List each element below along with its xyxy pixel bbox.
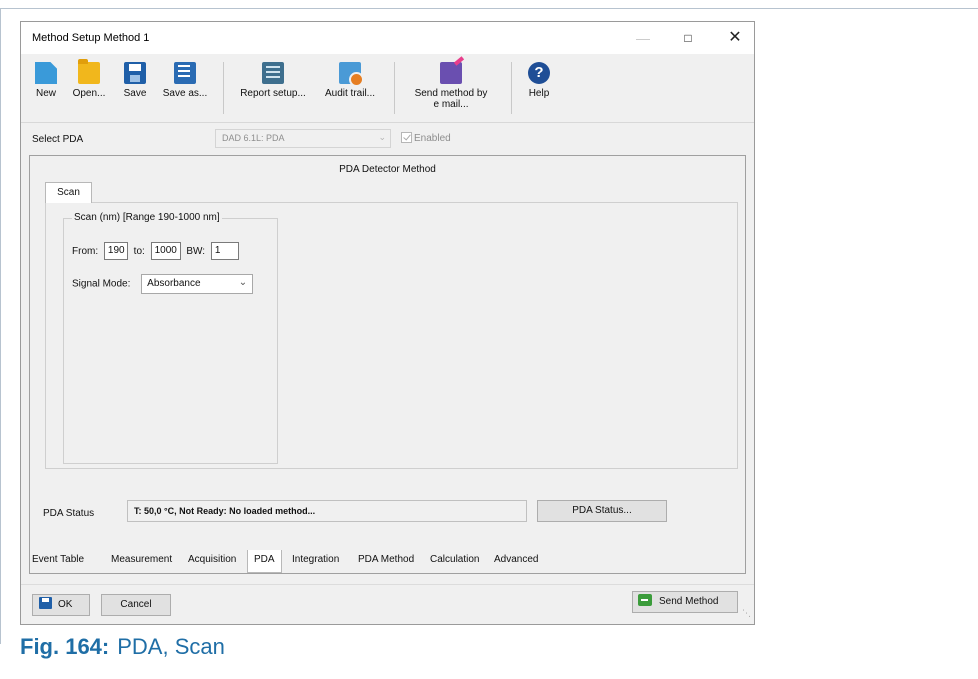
send-method-label-line1: Send method by — [414, 88, 488, 99]
scan-range-row: From: 190 to: 1000 BW: 1 — [72, 242, 239, 260]
from-input[interactable]: 190 — [103, 242, 128, 260]
toolbar-separator — [223, 62, 224, 114]
method-setup-window: Method Setup Method 1 — □ ✕ New Open... … — [20, 21, 755, 625]
bw-label: BW: — [186, 245, 206, 257]
select-pda-row: Select PDA DAD 6.1L: PDA ⌄ Enabled — [21, 123, 754, 153]
tab-pda[interactable]: PDA — [247, 550, 282, 573]
close-button[interactable]: ✕ — [713, 26, 757, 50]
report-setup-label: Report setup... — [240, 88, 306, 99]
open-label: Open... — [72, 88, 106, 99]
tab-pda-method[interactable]: PDA Method — [358, 554, 414, 565]
scan-tab-content: Scan (nm) [Range 190-1000 nm] From: 190 … — [45, 202, 738, 469]
select-pda-label: Select PDA — [32, 134, 84, 145]
pda-status-label: PDA Status — [43, 508, 95, 519]
pda-status-button[interactable]: PDA Status... — [537, 500, 667, 522]
save-as-button[interactable]: Save as... — [158, 56, 212, 120]
floppy-disk-icon — [124, 62, 146, 84]
tab-scan[interactable]: Scan — [45, 182, 92, 203]
scan-range-group: Scan (nm) [Range 190-1000 nm] From: 190 … — [63, 212, 278, 464]
pda-detector-method-panel: PDA Detector Method Scan Scan (nm) [Rang… — [29, 155, 746, 574]
floppy-disk-icon — [39, 597, 52, 609]
resize-grip-icon[interactable]: ⋱ — [742, 608, 752, 618]
signal-mode-label: Signal Mode: — [72, 278, 131, 290]
enabled-label: Enabled — [414, 133, 451, 144]
from-label: From: — [72, 245, 99, 257]
select-pda-value: DAD 6.1L: PDA — [222, 133, 285, 143]
to-input[interactable]: 1000 — [150, 242, 181, 260]
toolbar-separator — [394, 62, 395, 114]
tab-integration[interactable]: Integration — [292, 554, 339, 565]
send-method-label-line2: e mail... — [433, 99, 469, 110]
audit-trail-icon — [339, 62, 364, 87]
open-button[interactable]: Open... — [67, 56, 111, 120]
bw-input[interactable]: 1 — [210, 242, 239, 260]
save-label: Save — [123, 88, 147, 99]
to-label: to: — [133, 245, 145, 257]
chevron-down-icon: ⌄ — [238, 277, 248, 288]
window-title: Method Setup Method 1 — [32, 32, 150, 44]
help-label: Help — [528, 88, 550, 99]
help-icon: ? — [528, 62, 550, 84]
maximize-button[interactable]: □ — [666, 26, 710, 50]
send-method-by-email-button[interactable]: Send method by e mail... — [401, 56, 501, 120]
signal-mode-row: Signal Mode: Absorbance ⌄ — [72, 274, 254, 294]
help-button[interactable]: ? Help — [521, 56, 557, 120]
tab-acquisition[interactable]: Acquisition — [188, 554, 236, 565]
signal-mode-value: Absorbance — [147, 278, 201, 289]
report-setup-button[interactable]: Report setup... — [235, 56, 311, 120]
new-button[interactable]: New — [29, 56, 63, 120]
pda-status-row: PDA Status T: 50,0 °C, Not Ready: No loa… — [30, 496, 745, 526]
select-pda-dropdown[interactable]: DAD 6.1L: PDA ⌄ — [215, 129, 391, 148]
pda-status-text: T: 50,0 °C, Not Ready: No loaded method.… — [127, 500, 527, 522]
toolbar-separator — [511, 62, 512, 114]
ok-button[interactable]: OK — [32, 594, 90, 616]
send-method-button[interactable]: Send Method — [632, 591, 738, 613]
cancel-button[interactable]: Cancel — [101, 594, 171, 616]
folder-icon — [78, 59, 100, 84]
figure-frame-left — [0, 8, 1, 644]
audit-trail-label: Audit trail... — [324, 88, 376, 99]
figure-caption-text: PDA, Scan — [117, 634, 225, 659]
enabled-checkbox[interactable]: Enabled — [401, 132, 451, 144]
new-label: New — [35, 88, 56, 99]
save-as-icon — [174, 62, 196, 84]
checkbox-icon — [401, 132, 412, 143]
figure-number: Fig. 164: — [20, 634, 110, 659]
tab-calculation[interactable]: Calculation — [430, 554, 479, 565]
panel-title: PDA Detector Method — [339, 164, 436, 175]
new-file-icon — [35, 62, 57, 84]
figure-frame-top — [0, 8, 978, 9]
send-arrow-icon — [638, 594, 652, 606]
save-button[interactable]: Save — [116, 56, 154, 120]
toolbar: New Open... Save Save as... Report setup… — [21, 54, 754, 123]
signal-mode-dropdown[interactable]: Absorbance ⌄ — [141, 274, 254, 294]
figure-caption: Fig. 164: PDA, Scan — [20, 634, 225, 660]
email-edit-icon — [440, 62, 462, 84]
tab-advanced[interactable]: Advanced — [494, 554, 538, 565]
send-method-label: Send Method — [659, 596, 719, 607]
save-as-label: Save as... — [162, 88, 208, 99]
report-icon — [262, 62, 284, 84]
scan-group-title: Scan (nm) [Range 190-1000 nm] — [72, 212, 222, 223]
ok-label: OK — [58, 599, 73, 610]
footer-bar: OK Cancel Send Method ⋱ — [21, 584, 754, 620]
minimize-button[interactable]: — — [621, 26, 665, 50]
title-bar: Method Setup Method 1 — □ ✕ — [21, 22, 754, 54]
bottom-tab-bar: Event Table Measurement Acquisition PDA … — [21, 550, 754, 573]
tab-event-table[interactable]: Event Table — [32, 554, 84, 565]
chevron-down-icon: ⌄ — [378, 132, 386, 142]
audit-trail-button[interactable]: Audit trail... — [317, 56, 383, 120]
tab-measurement[interactable]: Measurement — [111, 554, 172, 565]
